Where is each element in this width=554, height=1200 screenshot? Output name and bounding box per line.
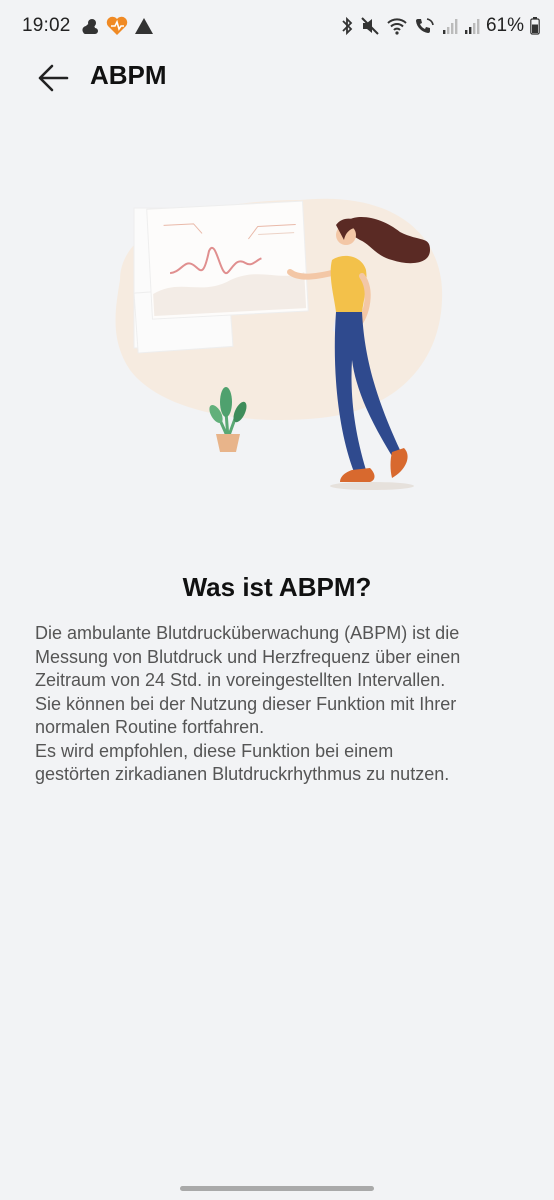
status-system-icons: 61% (340, 14, 540, 38)
description-line: Es wird empfohlen, diese Funktion bei ei… (35, 740, 394, 761)
navigation-arrow-icon (135, 18, 153, 34)
mute-icon (361, 17, 379, 35)
description-line: Die ambulante Blutdrucküberwachung (ABPM… (35, 623, 460, 643)
page-title: ABPM (90, 60, 167, 90)
signal-icon (464, 19, 480, 34)
description-line: Sie können bei der Nutzung dieser Funkti… (35, 693, 457, 714)
battery-icon (530, 17, 540, 35)
signal-icon (442, 19, 458, 34)
app-bar: ABPM (0, 52, 554, 102)
back-button[interactable] (30, 58, 76, 98)
arrow-left-icon (38, 64, 69, 92)
status-bar: 19:02 61% (0, 0, 554, 52)
abpm-description: Die ambulante Blutdrucküberwachung (ABPM… (35, 622, 525, 787)
description-line: gestörten zirkadianen Blutdruckrhythmus … (35, 764, 450, 784)
bluetooth-icon (342, 16, 353, 36)
abpm-illustration (115, 198, 443, 490)
status-notification-icons (80, 15, 154, 37)
health-app-icon (106, 16, 128, 35)
weather-icon (82, 19, 98, 34)
wifi-call-icon (415, 18, 434, 33)
description-line: normalen Routine fortfahren. (35, 717, 265, 737)
status-time: 19:02 (22, 15, 71, 36)
description-line: Messung von Blutdruck und Herzfrequenz ü… (35, 646, 461, 667)
gesture-navigation-bar[interactable] (180, 1186, 374, 1191)
battery-percent: 61% (485, 15, 524, 36)
abpm-info-screen: 19:02 61% ABPM Was ist ABPM? Die ambulan… (0, 0, 554, 1200)
wifi-icon (387, 18, 407, 35)
description-line: Zeitraum von 24 Std. in voreingestellten… (35, 670, 446, 690)
chart-panel-main (146, 200, 309, 320)
section-heading: Was ist ABPM? (182, 572, 372, 602)
